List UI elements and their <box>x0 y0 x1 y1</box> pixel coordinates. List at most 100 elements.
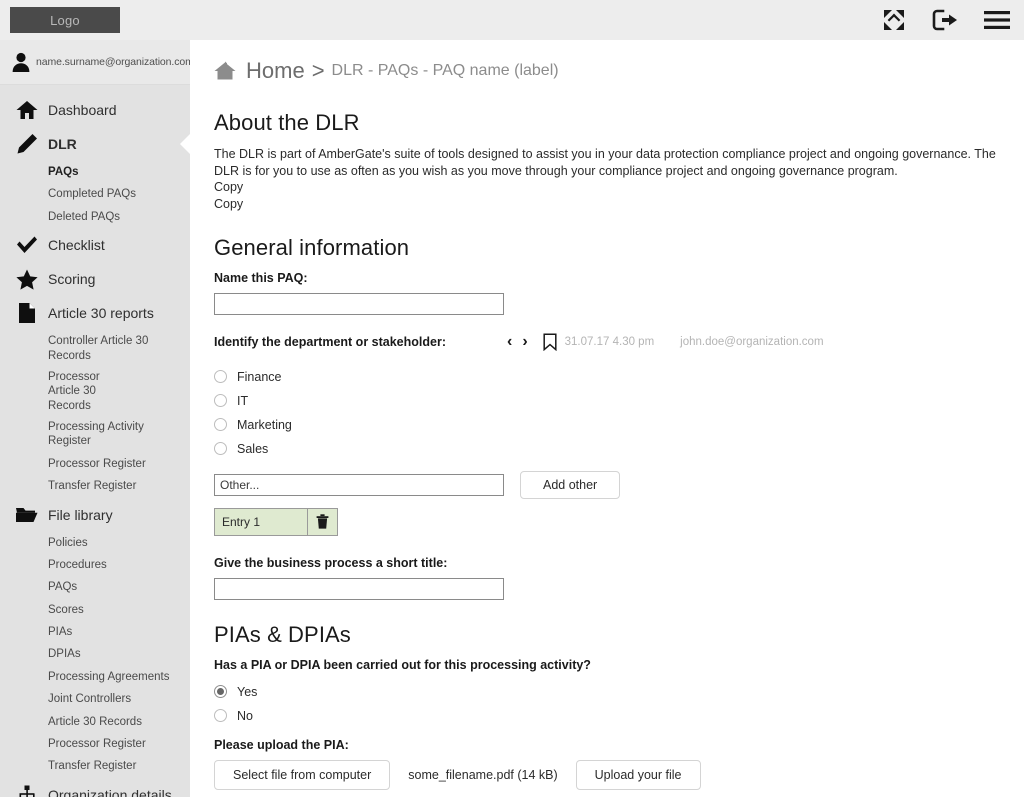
sidebar-subitem-policies[interactable]: Policies <box>0 532 190 554</box>
hamburger-menu-icon[interactable] <box>984 10 1010 30</box>
radio-indicator[interactable] <box>214 370 227 383</box>
department-option-marketing[interactable]: Marketing <box>214 413 1000 437</box>
sidebar-subitem-joint-controllers[interactable]: Joint Controllers <box>0 688 190 710</box>
department-label-row: Identify the department or stakeholder: … <box>214 332 1000 351</box>
sidebar-subitem-transfer-register[interactable]: Transfer Register <box>0 475 190 497</box>
sidebar-subitem-library-transfer-register[interactable]: Transfer Register <box>0 755 190 777</box>
about-paragraph: The DLR is part of AmberGate's suite of … <box>214 147 996 178</box>
radio-indicator[interactable] <box>214 685 227 698</box>
department-option-sales[interactable]: Sales <box>214 437 1000 461</box>
sidebar-subitem-dpias[interactable]: DPIAs <box>0 643 190 665</box>
upload-pia-label: Please upload the PIA: <box>214 737 349 752</box>
sidebar-item-dashboard[interactable]: Dashboard <box>0 93 190 127</box>
select-file-button[interactable]: Select file from computer <box>214 759 391 790</box>
general-info-section-title: General information <box>214 234 410 260</box>
sidebar-item-article-30-reports[interactable]: Article 30 reports <box>0 296 190 330</box>
sidebar-item-label: Checklist <box>48 237 105 254</box>
bookmark-icon[interactable] <box>543 332 557 351</box>
next-revision-arrow[interactable]: › <box>517 333 532 350</box>
entry-chip: Entry 1 <box>214 507 338 536</box>
sidebar-subitem-library-processor-register[interactable]: Processor Register <box>0 733 190 755</box>
sidebar-subitem-deleted-paqs[interactable]: Deleted PAQs <box>0 206 190 228</box>
breadcrumb-separator: > <box>311 58 325 83</box>
revision-user: john.doe@organization.com <box>680 335 824 348</box>
sidebar-item-organization-details[interactable]: Organization details <box>0 778 190 797</box>
department-option-finance[interactable]: Finance <box>214 365 1000 389</box>
radio-label: No <box>237 708 253 723</box>
radio-indicator[interactable] <box>214 709 227 722</box>
other-department-input[interactable] <box>214 473 504 496</box>
short-title-label: Give the business process a short title: <box>214 555 448 570</box>
about-copy-line-2: Copy <box>214 196 244 211</box>
home-icon[interactable] <box>214 61 236 81</box>
revision-meta-group: ‹ › 31.07.17 4.30 pm john.doe@organizati… <box>502 332 824 351</box>
other-department-row: Add other <box>214 470 1000 499</box>
sidebar-item-label: File library <box>48 506 113 523</box>
upload-row: Select file from computer some_filename.… <box>214 759 1000 790</box>
about-section-title: About the DLR <box>214 110 360 135</box>
pia-option-yes[interactable]: Yes <box>214 680 1000 704</box>
sidebar-item-label: DLR <box>48 136 77 152</box>
sidebar-subitem-library-paqs[interactable]: PAQs <box>0 576 190 598</box>
org-chart-icon <box>12 785 42 797</box>
folder-icon <box>12 505 42 524</box>
top-header-bar: Logo <box>0 0 1024 40</box>
add-other-button[interactable]: Add other <box>520 470 621 499</box>
sidebar-item-label: Article 30 reports <box>48 305 154 322</box>
name-paq-input[interactable] <box>214 292 504 315</box>
revision-date: 31.07.17 4.30 pm <box>564 335 655 348</box>
sidebar-subitem-processor-register[interactable]: Processor Register <box>0 453 190 475</box>
pias-dpias-section-title: PIAs & DPIAs <box>214 621 351 647</box>
department-option-it[interactable]: IT <box>214 389 1000 413</box>
entry-chip-label: Entry 1 <box>222 514 261 529</box>
upload-file-button[interactable]: Upload your file <box>575 759 701 790</box>
sidebar-subitem-paqs[interactable]: PAQs <box>0 161 190 183</box>
sidebar-item-file-library[interactable]: File library <box>0 498 190 532</box>
previous-revision-arrow[interactable]: ‹ <box>502 333 517 350</box>
logout-icon[interactable] <box>932 8 958 32</box>
radio-label: Finance <box>237 369 282 384</box>
radio-indicator[interactable] <box>214 394 227 407</box>
user-email: name.surname@organization.com <box>36 56 194 68</box>
sidebar-nav: Dashboard DLR PAQs Completed PAQs Delete… <box>0 85 190 797</box>
user-account-row[interactable]: name.surname@organization.com <box>0 40 194 85</box>
sidebar-subitem-procedures[interactable]: Procedures <box>0 554 190 576</box>
pia-question-label: Has a PIA or DPIA been carried out for t… <box>214 657 591 672</box>
pia-option-no[interactable]: No <box>214 704 1000 728</box>
breadcrumb-trail: DLR - PAQs - PAQ name (label) <box>331 62 559 79</box>
radio-label: Sales <box>237 441 269 456</box>
radio-indicator[interactable] <box>214 418 227 431</box>
radio-label: Yes <box>237 684 258 699</box>
breadcrumb: Home > DLR - PAQs - PAQ name (label) <box>214 58 1000 84</box>
pencil-icon <box>12 133 42 155</box>
short-title-input[interactable] <box>214 577 504 600</box>
sidebar-subitem-pias[interactable]: PIAs <box>0 621 190 643</box>
top-header-icons <box>882 0 1010 40</box>
sidebar-subitem-article-30-records[interactable]: Article 30 Records <box>0 711 190 733</box>
trash-icon[interactable] <box>307 508 337 535</box>
expand-icon[interactable] <box>882 8 906 32</box>
sidebar-item-checklist[interactable]: Checklist <box>0 228 190 262</box>
sidebar-item-scoring[interactable]: Scoring <box>0 262 190 296</box>
sidebar-subitem-completed-paqs[interactable]: Completed PAQs <box>0 183 190 205</box>
pia-radio-group: Yes No <box>214 680 1000 728</box>
sidebar-subitem-processor-article-30-records[interactable]: Processor Article 30 Records <box>0 367 140 416</box>
sidebar-item-label: Organization details <box>48 786 172 797</box>
breadcrumb-home[interactable]: Home <box>246 58 305 84</box>
star-icon <box>12 269 42 290</box>
home-icon <box>12 100 42 120</box>
sidebar-subitem-processing-agreements[interactable]: Processing Agreements <box>0 666 190 688</box>
sidebar-item-dlr[interactable]: DLR <box>0 127 190 161</box>
selected-filename: some_filename.pdf (14 kB) <box>408 767 558 782</box>
department-label: Identify the department or stakeholder: <box>214 334 446 349</box>
radio-label: Marketing <box>237 417 292 432</box>
sidebar-subitem-controller-article-30-records[interactable]: Controller Article 30 Records <box>0 330 190 367</box>
logo[interactable]: Logo <box>10 7 120 33</box>
sidebar-subitem-processing-activity-register[interactable]: Processing Activity Register <box>0 416 190 453</box>
sidebar: name.surname@organization.com Dashboard <box>0 40 194 797</box>
radio-indicator[interactable] <box>214 442 227 455</box>
app-root: Logo name.surname@organization.com Dashb… <box>0 0 1024 797</box>
sidebar-subitem-scores[interactable]: Scores <box>0 599 190 621</box>
user-avatar-icon <box>10 51 32 73</box>
sidebar-item-label: Scoring <box>48 271 96 288</box>
